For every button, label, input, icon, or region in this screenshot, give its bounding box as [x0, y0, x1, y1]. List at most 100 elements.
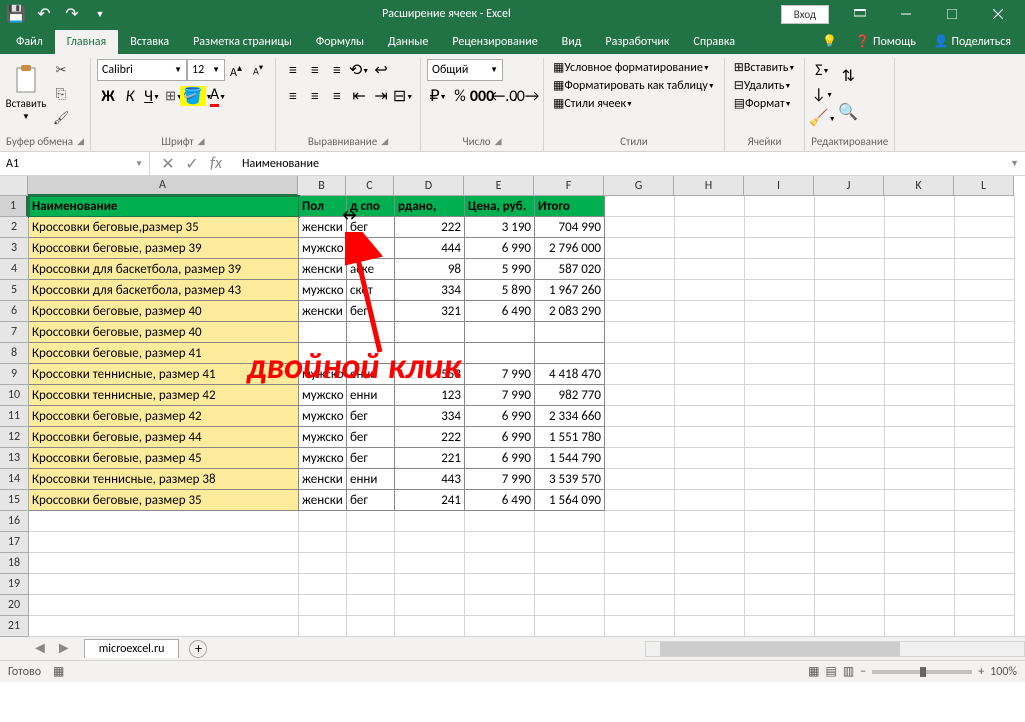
row-header[interactable]: 12	[0, 427, 28, 448]
cell[interactable]	[955, 196, 1015, 217]
cell[interactable]	[29, 595, 299, 616]
cell[interactable]	[815, 364, 885, 385]
wrap-text-button[interactable]: ↩	[370, 59, 392, 81]
tab-help[interactable]: Справка	[681, 30, 747, 54]
cell[interactable]	[745, 448, 815, 469]
cell[interactable]	[675, 364, 745, 385]
cell[interactable]	[815, 469, 885, 490]
cell[interactable]	[745, 301, 815, 322]
cell[interactable]	[675, 469, 745, 490]
cell[interactable]	[299, 574, 347, 595]
cell[interactable]	[885, 406, 955, 427]
comma-button[interactable]: 000	[471, 85, 493, 107]
underline-button[interactable]: Ч▼	[141, 85, 163, 107]
cell[interactable]	[745, 238, 815, 259]
cell[interactable]	[815, 238, 885, 259]
tab-review[interactable]: Рецензирование	[440, 30, 549, 54]
decrease-decimal-button[interactable]: .0→	[515, 85, 537, 107]
cell[interactable]	[885, 448, 955, 469]
tab-developer[interactable]: Разработчик	[593, 30, 681, 54]
cell[interactable]: Кроссовки беговые, размер 41	[29, 343, 299, 364]
cell[interactable]	[395, 511, 465, 532]
row-header[interactable]: 3	[0, 238, 28, 259]
cell[interactable]	[955, 490, 1015, 511]
cell[interactable]	[815, 322, 885, 343]
cell[interactable]: Кроссовки беговые, размер 35	[29, 490, 299, 511]
cell[interactable]	[465, 574, 535, 595]
cell[interactable]	[885, 301, 955, 322]
delete-cells-button[interactable]: ⊟ Удалить▼	[731, 77, 799, 94]
cell[interactable]: 3 190	[465, 217, 535, 238]
cell[interactable]	[675, 238, 745, 259]
fill-button[interactable]: ↓▼	[811, 83, 833, 105]
cell[interactable]	[885, 427, 955, 448]
cell[interactable]: Кроссовки беговые, размер 45	[29, 448, 299, 469]
cell[interactable]	[955, 238, 1015, 259]
cell[interactable]	[675, 217, 745, 238]
row-header[interactable]: 10	[0, 385, 28, 406]
cell[interactable]: 1 544 790	[535, 448, 605, 469]
cell[interactable]	[29, 532, 299, 553]
row-header[interactable]: 7	[0, 322, 28, 343]
cell[interactable]	[955, 217, 1015, 238]
cell[interactable]	[605, 595, 675, 616]
cell[interactable]	[675, 385, 745, 406]
align-bottom-button[interactable]: ≡	[326, 59, 348, 81]
add-sheet-button[interactable]: +	[189, 640, 207, 658]
cell[interactable]: 7 990	[465, 364, 535, 385]
cell[interactable]: енни	[347, 364, 395, 385]
cell[interactable]	[347, 532, 395, 553]
row-header[interactable]: 4	[0, 259, 28, 280]
cell[interactable]: мужско	[299, 448, 347, 469]
row-header[interactable]: 1	[0, 196, 28, 217]
cell[interactable]: Кроссовки теннисные, размер 41	[29, 364, 299, 385]
cell[interactable]	[605, 259, 675, 280]
cell[interactable]: Итого	[535, 196, 605, 217]
cell[interactable]	[955, 595, 1015, 616]
cell[interactable]	[885, 364, 955, 385]
cell[interactable]	[299, 616, 347, 637]
cell[interactable]	[675, 406, 745, 427]
cell[interactable]	[605, 196, 675, 217]
name-box[interactable]: A1▼	[0, 152, 150, 175]
cell[interactable]	[535, 574, 605, 595]
column-header-D[interactable]: D	[394, 176, 464, 196]
cell[interactable]	[815, 385, 885, 406]
cell[interactable]	[535, 322, 605, 343]
cell[interactable]	[299, 511, 347, 532]
cell[interactable]: Кроссовки беговые, размер 42	[29, 406, 299, 427]
cell[interactable]	[605, 280, 675, 301]
cell[interactable]: 98	[395, 259, 465, 280]
cell[interactable]	[745, 196, 815, 217]
cell[interactable]	[605, 448, 675, 469]
grid-body[interactable]: НаименованиеПолд спордано,Цена, руб.Итог…	[29, 196, 1015, 636]
row-header[interactable]: 20	[0, 595, 28, 616]
row-header[interactable]: 14	[0, 469, 28, 490]
cell[interactable]: Кроссовки для баскетбола, размер 43	[29, 280, 299, 301]
cell[interactable]	[745, 574, 815, 595]
column-header-J[interactable]: J	[814, 176, 884, 196]
scroll-thumb[interactable]	[660, 642, 900, 656]
row-header[interactable]: 21	[0, 616, 28, 637]
cell[interactable]	[745, 259, 815, 280]
cell[interactable]	[955, 343, 1015, 364]
cell[interactable]	[395, 322, 465, 343]
cell[interactable]	[955, 427, 1015, 448]
increase-indent-button[interactable]: ⇥	[370, 85, 392, 107]
cell[interactable]	[815, 574, 885, 595]
formula-expand[interactable]: ▼	[1004, 158, 1025, 169]
orientation-button[interactable]: ⟲▼	[348, 59, 370, 81]
paste-button[interactable]: Вставить ▼	[6, 59, 46, 133]
cell[interactable]	[745, 364, 815, 385]
cell[interactable]: 443	[395, 469, 465, 490]
font-size-combo[interactable]: 12▼	[187, 59, 225, 81]
cell[interactable]: бег	[347, 427, 395, 448]
cell[interactable]	[885, 343, 955, 364]
row-header[interactable]: 5	[0, 280, 28, 301]
cell[interactable]	[605, 469, 675, 490]
cell[interactable]	[535, 511, 605, 532]
cell[interactable]: 982 770	[535, 385, 605, 406]
qat-dropdown[interactable]: ▼	[88, 2, 112, 26]
row-header[interactable]: 16	[0, 511, 28, 532]
cell[interactable]: бег	[347, 406, 395, 427]
